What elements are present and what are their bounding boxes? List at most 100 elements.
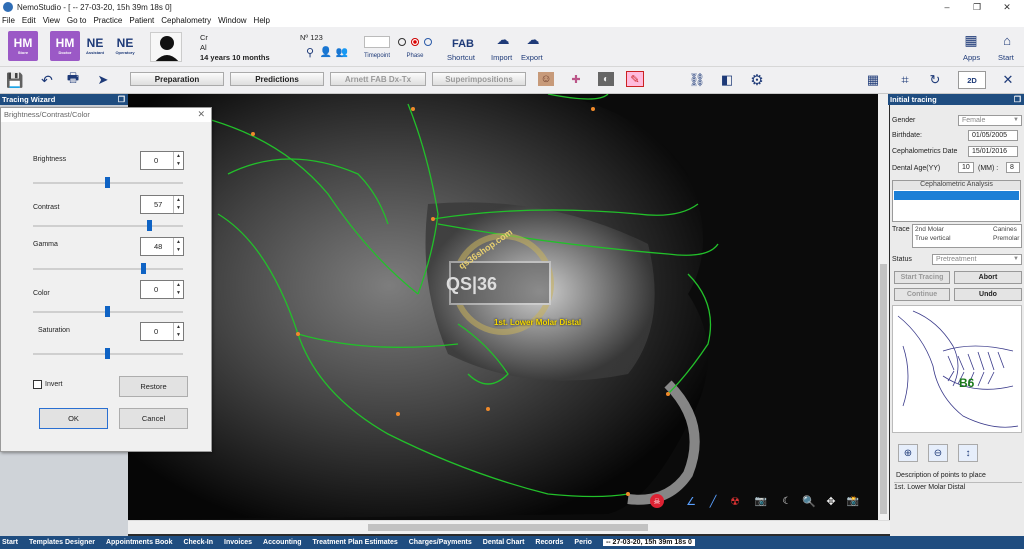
photo-face-icon[interactable]: ☺ [538, 72, 554, 86]
trace-item-2nd-molar[interactable]: 2nd Molar [915, 226, 944, 233]
start-tracing-button[interactable]: Start Tracing [894, 271, 950, 284]
dental-age-yy-field[interactable]: 10 [958, 162, 974, 173]
horizontal-scroll-thumb[interactable] [368, 524, 648, 531]
hm-doctor-button[interactable]: HM Doctor [50, 31, 80, 61]
taskbar-tab-0[interactable]: Start [2, 539, 18, 546]
ok-button[interactable]: OK [39, 408, 108, 429]
menu-edit[interactable]: Edit [22, 16, 36, 25]
contrast-track[interactable] [33, 225, 183, 227]
right-panel-restore-icon[interactable]: ❐ [1014, 94, 1021, 105]
undo-icon[interactable]: ↶ [38, 71, 56, 89]
import-cloud-icon[interactable]: ☁ [494, 32, 512, 47]
rotate-icon[interactable]: ↻ [926, 71, 944, 89]
menu-practice[interactable]: Practice [93, 16, 122, 25]
contrast-input[interactable]: 57 ▲ ▼ [140, 195, 184, 214]
taskbar-tab-5[interactable]: Accounting [263, 539, 302, 546]
cancel-button[interactable]: Cancel [119, 408, 188, 429]
saturation-spin-icon[interactable]: ▲ ▼ [173, 323, 183, 340]
ne-operatory-button[interactable]: NE Operatory [110, 31, 140, 61]
export-label[interactable]: Export [521, 53, 543, 62]
menu-file[interactable]: File [2, 16, 15, 25]
camera-icon[interactable]: 📷 [754, 494, 768, 508]
view-2d-dropdown[interactable]: 2D [958, 71, 986, 89]
measure-angle-icon[interactable]: ∠ [684, 494, 698, 508]
saturation-slider[interactable] [105, 348, 110, 359]
close-button[interactable]: ✕ [992, 0, 1022, 14]
phase-radio-2[interactable] [411, 38, 419, 46]
xray-viewer[interactable]: QS|36 qs36shop.com 1st. Lower Molar Dist… [128, 94, 878, 520]
brightness-slider[interactable] [105, 177, 110, 188]
taskbar-tab-11[interactable]: -- 27-03-20, 15h 39m 18s 0 [602, 539, 695, 546]
gender-select[interactable]: Female ▼ [958, 115, 1022, 126]
search-patient-icon[interactable]: ⚲ [304, 46, 316, 59]
fit-height-icon[interactable]: ↕ [958, 444, 978, 462]
brightness-input[interactable]: 0 ▲ ▼ [140, 151, 184, 170]
taskbar-tab-6[interactable]: Treatment Plan Estimates [313, 539, 398, 546]
taskbar-tab-10[interactable]: Perio [574, 539, 592, 546]
apps-label[interactable]: Apps [963, 53, 980, 62]
fab-shortcut-button[interactable]: FAB Shortcut [446, 31, 480, 63]
continue-button[interactable]: Continue [894, 288, 950, 301]
export-cloud-icon[interactable]: ☁ [524, 32, 542, 47]
menu-window[interactable]: Window [218, 16, 246, 25]
gamma-spin-icon[interactable]: ▲ ▼ [173, 238, 183, 255]
ceph-date-field[interactable]: 15/01/2016 [968, 146, 1018, 157]
trace-list[interactable]: 2nd Molar Canines True vertical Premolar [912, 224, 1022, 248]
settings-gear-icon[interactable]: ⚙ [748, 71, 766, 89]
superimpositions-button[interactable]: Superimpositions [432, 72, 526, 86]
zoom-out-icon[interactable]: ⊖ [928, 444, 948, 462]
vertical-scroll-thumb[interactable] [880, 264, 887, 514]
saturation-input[interactable]: 0 ▲ ▼ [140, 322, 184, 341]
taskbar-tab-9[interactable]: Records [535, 539, 563, 546]
zoom-in-icon[interactable]: ⊕ [898, 444, 918, 462]
menu-view[interactable]: View [43, 16, 60, 25]
horizontal-scrollbar[interactable] [128, 520, 890, 534]
color-slider[interactable] [105, 306, 110, 317]
taskbar-tab-4[interactable]: Invoices [224, 539, 252, 546]
analysis-list[interactable]: Cephalometric Analysis [892, 180, 1021, 222]
menu-cephalometry[interactable]: Cephalometry [161, 16, 211, 25]
menu-patient[interactable]: Patient [129, 16, 154, 25]
invert-checkbox[interactable] [33, 380, 42, 389]
maximize-button[interactable]: ❐ [962, 0, 992, 14]
dental-age-mm-field[interactable]: 8 [1006, 162, 1020, 173]
gamma-input[interactable]: 48 ▲ ▼ [140, 237, 184, 256]
contrast-spin-icon[interactable]: ▲ ▼ [173, 196, 183, 213]
taskbar-tab-1[interactable]: Templates Designer [29, 539, 95, 546]
save-icon[interactable]: 💾 [6, 71, 24, 89]
gamma-slider[interactable] [141, 263, 146, 274]
link-icon[interactable]: ⛓ [688, 71, 706, 89]
print-icon[interactable]: 🖶 [64, 70, 82, 89]
photo-xray-icon[interactable]: ✚ [568, 72, 584, 86]
tracing-image-icon[interactable]: ✎ [626, 71, 644, 87]
taskbar-tab-7[interactable]: Charges/Payments [409, 539, 472, 546]
hm-store-button[interactable]: HM Store [8, 31, 38, 61]
zoom-icon[interactable]: 🔍 [802, 494, 816, 508]
snapshot-icon[interactable]: 📸 [846, 494, 860, 508]
photo-ceph-icon[interactable]: ◐ [598, 72, 614, 86]
radiation-icon[interactable]: ☢ [728, 494, 742, 508]
patient-group-icon[interactable]: 👥 [336, 46, 348, 58]
grid-select-icon[interactable]: ▦ [864, 71, 882, 89]
trace-item-premolar[interactable]: Premolar [993, 235, 1019, 242]
status-select[interactable]: Pretreatment ▼ [932, 254, 1022, 265]
arnett-fab-button[interactable]: Arnett FAB Dx-Tx [330, 72, 426, 86]
skull-reset-icon[interactable]: ☠ [650, 494, 664, 508]
menu-goto[interactable]: Go to [67, 16, 87, 25]
trace-item-canines[interactable]: Canines [993, 226, 1017, 233]
import-label[interactable]: Import [491, 53, 512, 62]
start-label[interactable]: Start [998, 53, 1014, 62]
vertical-scrollbar[interactable] [878, 94, 889, 520]
minimize-button[interactable]: – [932, 0, 962, 14]
predictions-button[interactable]: Predictions [230, 72, 324, 86]
preparation-button[interactable]: Preparation [130, 72, 224, 86]
pan-icon[interactable]: ✥ [824, 494, 838, 508]
birthdate-field[interactable]: 01/05/2005 [968, 130, 1018, 141]
gamma-track[interactable] [33, 268, 183, 270]
contrast-slider[interactable] [147, 220, 152, 231]
brightness-spin-icon[interactable]: ▲ ▼ [173, 152, 183, 169]
close-tracing-icon[interactable]: ✕ [1000, 71, 1016, 89]
trace-item-true-vertical[interactable]: True vertical [915, 235, 951, 242]
taskbar-tab-8[interactable]: Dental Chart [483, 539, 525, 546]
panel-restore-icon[interactable]: ❐ [118, 94, 125, 105]
